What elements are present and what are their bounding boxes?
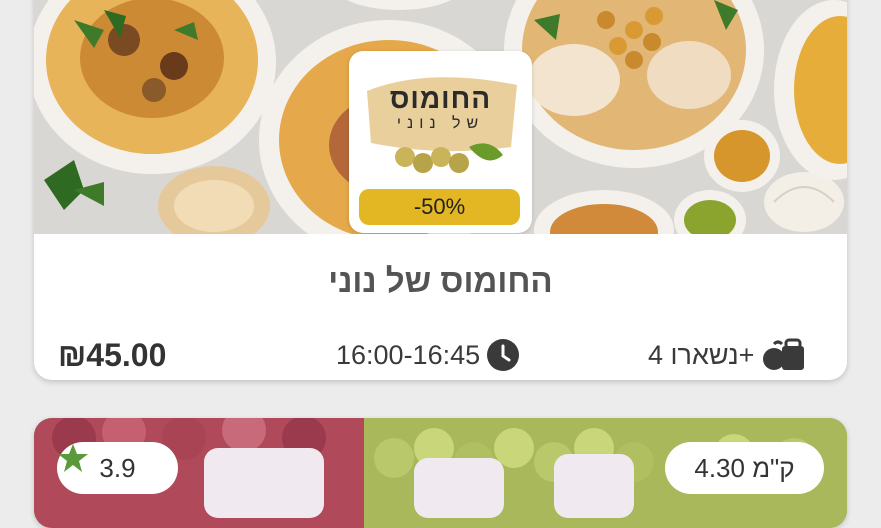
shopping-bag-icon [763,338,805,370]
rating-badge: 3.9 [57,442,178,494]
remaining-text: נשארו 4+ [648,339,755,370]
offer-card-hummus[interactable]: החומוס של נוני -50% החומוס של נוני ₪45.0… [34,0,847,380]
pickup-time: 16:00-16:45 [336,337,520,373]
logo-title: החומוס [389,83,492,114]
store-logo: החומוס של נוני -50% [349,51,532,233]
star-icon [58,444,88,472]
rating-value: 3.9 [99,452,136,483]
store-name: החומוס של נוני [328,262,553,299]
clock-icon [487,339,520,371]
weight-badge: 4.30 ק"מ [665,442,824,494]
offer-card-fruit[interactable]: 3.9 4.30 ק"מ [34,418,847,528]
discount-badge: -50% [359,189,520,225]
logo-subtitle: של נוני [396,115,485,132]
remaining-count: נשארו 4+ [648,337,806,373]
pickup-time-text: 16:00-16:45 [336,339,481,370]
produce-photo: 3.9 4.30 ק"מ [34,418,847,528]
price: ₪45.00 [58,337,167,373]
food-photo: החומוס של נוני -50% [34,0,847,234]
